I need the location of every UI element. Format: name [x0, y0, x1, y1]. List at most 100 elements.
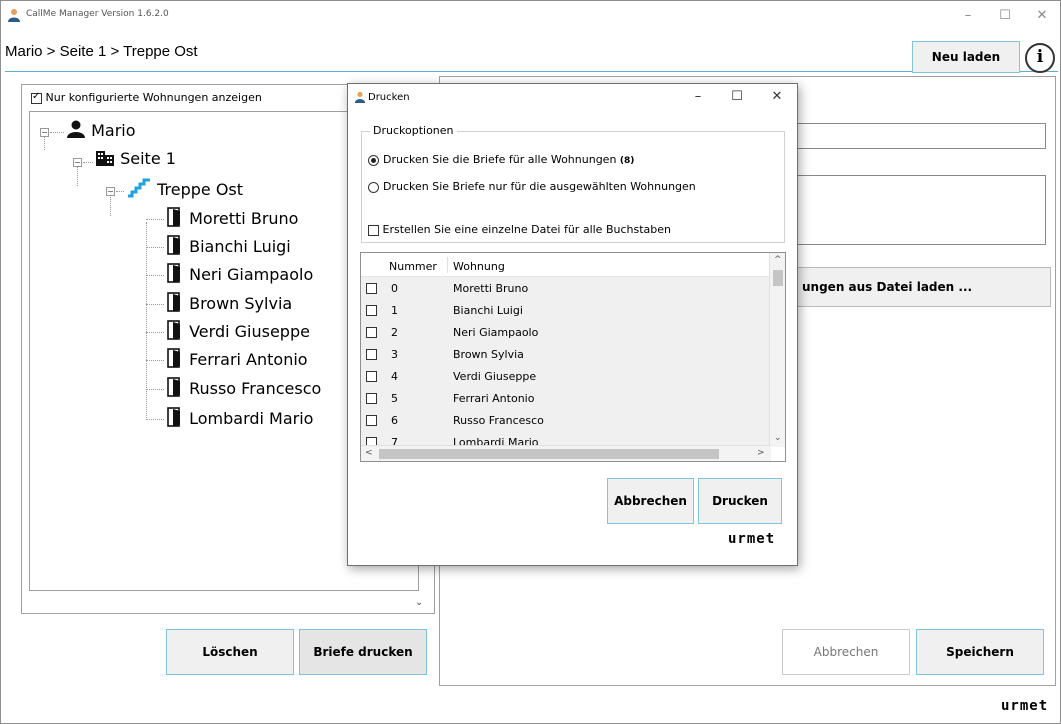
- checkbox-icon[interactable]: [31, 91, 42, 104]
- apartment-list[interactable]: Nummer Wohnung 0 Moretti Bruno 1 Bianchi…: [360, 252, 786, 462]
- collapse-icon[interactable]: −: [73, 158, 82, 167]
- title-bar: CallMe Manager Version 1.6.2.0 – ☐ ✕: [1, 1, 1060, 31]
- door-icon: [167, 348, 180, 368]
- list-item[interactable]: 3 Brown Sylvia: [361, 343, 771, 365]
- scroll-thumb[interactable]: [379, 449, 719, 459]
- tree-node-apartment[interactable]: Russo Francesco: [166, 377, 321, 398]
- single-file-checkbox[interactable]: Erstellen Sie eine einzelne Datei für al…: [368, 223, 671, 236]
- vertical-scrollbar[interactable]: ^ ⌄: [769, 253, 785, 447]
- checkbox-icon[interactable]: [366, 304, 377, 316]
- tree-node-label: Ferrari Antonio: [189, 350, 308, 369]
- door-icon: [167, 407, 180, 427]
- app-title: CallMe Manager Version 1.6.2.0: [26, 9, 169, 19]
- tree-node-apartment[interactable]: Ferrari Antonio: [166, 348, 308, 369]
- checkbox-icon[interactable]: [366, 414, 377, 426]
- list-item[interactable]: 6 Russo Francesco: [361, 409, 771, 431]
- tree-line: [146, 222, 147, 420]
- chevron-down-icon[interactable]: ⌄: [415, 597, 423, 608]
- tree-line: [146, 332, 164, 333]
- tree-node-apartment[interactable]: Moretti Bruno: [166, 207, 298, 228]
- tree-node-root[interactable]: Mario: [66, 120, 136, 140]
- checkbox-icon[interactable]: [366, 348, 377, 360]
- row-number: 5: [391, 392, 398, 405]
- row-apartment: Verdi Giuseppe: [453, 370, 537, 383]
- tree-node-label: Treppe Ost: [157, 180, 244, 199]
- close-icon[interactable]: ✕: [1025, 5, 1059, 27]
- tree-node-apartment[interactable]: Lombardi Mario: [166, 407, 313, 428]
- tree-node-staircase[interactable]: Treppe Ost: [126, 178, 243, 199]
- row-apartment: Ferrari Antonio: [453, 392, 535, 405]
- tree-line: [146, 304, 164, 305]
- maximize-icon[interactable]: ☐: [988, 5, 1022, 27]
- tree-node-apartment[interactable]: Bianchi Luigi: [166, 235, 291, 256]
- tree-node-label: Bianchi Luigi: [189, 237, 291, 256]
- tree-node-label: Mario: [91, 121, 136, 140]
- dialog-print-button[interactable]: Drucken: [698, 478, 782, 524]
- tree-node-label: Verdi Giuseppe: [189, 322, 310, 341]
- scroll-up-icon[interactable]: ^: [774, 255, 782, 265]
- print-letters-button[interactable]: Briefe drucken: [299, 629, 427, 675]
- tree-line: [146, 247, 164, 248]
- checkbox-icon[interactable]: [368, 224, 379, 236]
- tree-node-label: Moretti Bruno: [189, 209, 299, 228]
- radio-print-selected[interactable]: Drucken Sie Briefe nur für die ausgewähl…: [368, 180, 696, 193]
- delete-button[interactable]: Löschen: [166, 629, 294, 675]
- group-label: Druckoptionen: [370, 124, 457, 137]
- tree-node-label: Seite 1: [120, 149, 176, 168]
- filter-label: Nur konfigurierte Wohnungen anzeigen: [45, 91, 262, 104]
- minimize-icon[interactable]: –: [683, 86, 713, 108]
- breadcrumb: Mario > Seite 1 > Treppe Ost: [5, 43, 198, 60]
- checkbox-icon[interactable]: [366, 370, 377, 382]
- tree-line: [146, 360, 164, 361]
- tree-node-apartment[interactable]: Neri Giampaolo: [166, 263, 313, 284]
- checkbox-icon[interactable]: [366, 326, 377, 338]
- user-app-icon: [8, 9, 20, 22]
- checkbox-icon[interactable]: [366, 282, 377, 294]
- info-icon[interactable]: i: [1025, 43, 1055, 73]
- horizontal-scrollbar[interactable]: < >: [361, 445, 771, 461]
- list-header: Nummer Wohnung: [361, 253, 771, 277]
- name-input[interactable]: [791, 123, 1046, 149]
- list-item[interactable]: 4 Verdi Giuseppe: [361, 365, 771, 387]
- user-app-icon: [354, 91, 366, 103]
- tree-line: [146, 389, 164, 390]
- scroll-thumb[interactable]: [773, 270, 783, 286]
- list-item[interactable]: 5 Ferrari Antonio: [361, 387, 771, 409]
- tree-node-apartment[interactable]: Brown Sylvia: [166, 292, 292, 313]
- tree-node-label: Russo Francesco: [189, 379, 322, 398]
- load-from-file-button[interactable]: ungen aus Datei laden ...: [791, 267, 1051, 307]
- checkbox-icon[interactable]: [366, 392, 377, 404]
- column-apartment[interactable]: Wohnung: [453, 260, 505, 273]
- column-number[interactable]: Nummer: [389, 260, 437, 273]
- row-apartment: Moretti Bruno: [453, 282, 529, 295]
- maximize-icon[interactable]: ☐: [722, 86, 752, 108]
- list-item[interactable]: 1 Bianchi Luigi: [361, 299, 771, 321]
- door-icon: [167, 263, 180, 283]
- close-icon[interactable]: ✕: [762, 86, 792, 108]
- option-selected-label: Drucken Sie Briefe nur für die ausgewähl…: [383, 180, 696, 193]
- filter-checkbox[interactable]: Nur konfigurierte Wohnungen anzeigen: [31, 91, 262, 104]
- building-icon: [96, 151, 114, 166]
- tree-node-page[interactable]: Seite 1: [95, 148, 176, 168]
- radio-icon[interactable]: [368, 181, 379, 193]
- radio-selected-icon[interactable]: [368, 154, 379, 166]
- reload-button[interactable]: Neu laden: [912, 41, 1020, 73]
- door-icon: [167, 320, 180, 340]
- dialog-cancel-button[interactable]: Abbrechen: [607, 478, 694, 524]
- radio-print-all[interactable]: Drucken Sie die Briefe für alle Wohnunge…: [368, 153, 634, 166]
- list-item[interactable]: 0 Moretti Bruno: [361, 277, 771, 299]
- tree-node-apartment[interactable]: Verdi Giuseppe: [166, 320, 310, 341]
- list-item[interactable]: 2 Neri Giampaolo: [361, 321, 771, 343]
- row-number: 4: [391, 370, 398, 383]
- scroll-down-icon[interactable]: ⌄: [774, 433, 782, 443]
- minimize-icon[interactable]: –: [951, 5, 985, 27]
- cancel-button[interactable]: Abbrechen: [782, 629, 910, 675]
- scroll-left-icon[interactable]: <: [365, 448, 373, 458]
- collapse-icon[interactable]: −: [106, 187, 115, 196]
- scroll-right-icon[interactable]: >: [757, 448, 765, 458]
- save-button[interactable]: Speichern: [916, 629, 1044, 675]
- notes-input[interactable]: [791, 175, 1046, 245]
- tree-line: [146, 275, 164, 276]
- collapse-icon[interactable]: −: [40, 128, 49, 137]
- stairs-icon: [128, 178, 150, 198]
